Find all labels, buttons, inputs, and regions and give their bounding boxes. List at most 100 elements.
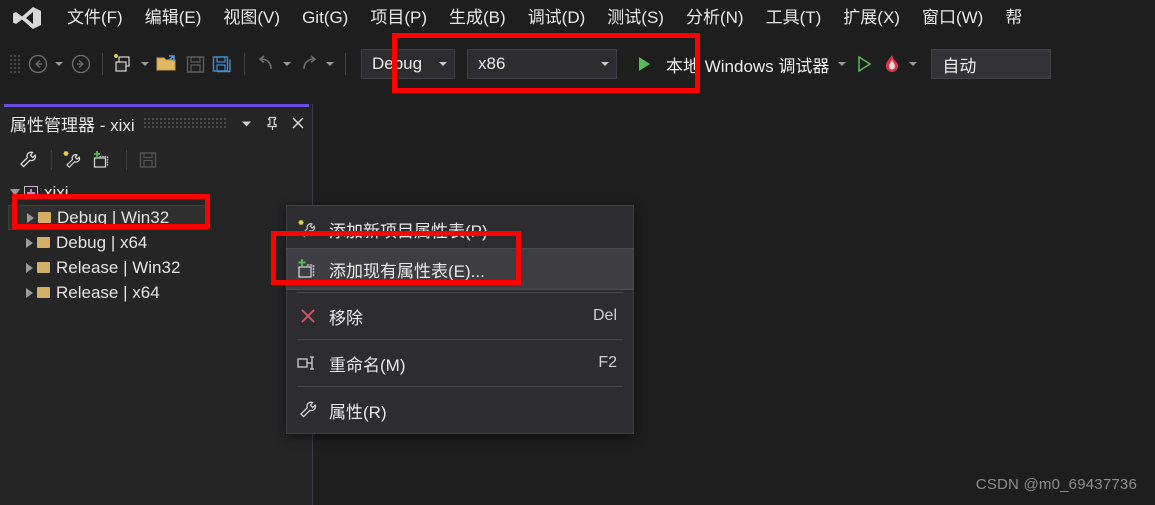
context-menu-item-shortcut: F2 (598, 354, 617, 371)
property-sheet-tree: xixi Debug | Win32 Debug | x64 Release |… (0, 180, 313, 305)
chevron-down-icon[interactable] (235, 112, 257, 134)
context-menu-item-add-new-sheet[interactable]: 添加新项目属性表(P) (287, 209, 633, 249)
green-play-icon[interactable] (631, 51, 657, 77)
save-icon[interactable] (182, 51, 208, 77)
new-project-icon[interactable] (111, 51, 137, 77)
properties-wrench-icon[interactable] (14, 147, 42, 173)
toolbar-grip-handle[interactable] (8, 53, 20, 75)
menu-bar: 文件(F) 编辑(E) 视图(V) Git(G) 项目(P) 生成(B) 调试(… (0, 0, 1155, 36)
redo-dropdown-caret-icon[interactable] (323, 52, 336, 76)
context-menu-item-label: 添加现有属性表(E)... (329, 261, 485, 281)
tree-node-label: Debug | x64 (56, 232, 148, 252)
chevron-down-icon (601, 62, 609, 66)
folder-icon (38, 212, 51, 223)
start-play-icon[interactable] (851, 51, 877, 77)
properties-wrench-icon (287, 395, 329, 425)
context-menu-item-add-existing-sheet[interactable]: 添加现有属性表(E)... (286, 248, 634, 290)
menu-item-project[interactable]: 项目(P) (359, 4, 438, 32)
toolbar-separator-3 (345, 53, 346, 75)
context-menu-item-shortcut: Del (592, 307, 617, 324)
context-menu-item-label: 重命名(M) (329, 355, 406, 375)
configuration-dropdown[interactable]: Debug (361, 49, 455, 79)
tree-node-root-label: xixi (44, 182, 69, 202)
back-arrow-icon[interactable] (25, 51, 51, 77)
new-project-dropdown-caret-icon[interactable] (138, 52, 151, 76)
panel-toolbar-separator-2 (126, 150, 127, 170)
menu-item-view[interactable]: 视图(V) (212, 4, 291, 32)
back-dropdown-caret-icon[interactable] (52, 52, 65, 76)
redo-icon[interactable] (296, 51, 322, 77)
folder-icon (37, 262, 50, 273)
configuration-value: Debug (372, 54, 423, 73)
tree-node-debug-x64[interactable]: Debug | x64 (0, 230, 313, 255)
platform-value: x86 (478, 54, 506, 73)
standard-toolbar: Debug x86 本地 Windows 调试器 自动 (0, 36, 1155, 92)
panel-header: 属性管理器 - xixi (0, 107, 313, 139)
watermark: CSDN @m0_69437736 (975, 476, 1137, 493)
collapse-triangle-icon[interactable] (26, 287, 33, 298)
visual-studio-logo-icon (10, 5, 44, 31)
expand-triangle-icon[interactable] (10, 189, 20, 196)
panel-drag-dots[interactable] (142, 117, 227, 129)
panel-toolbar (0, 142, 313, 178)
hot-reload-flame-icon[interactable] (879, 51, 905, 77)
property-manager-panel: 属性管理器 - xixi xixi Debug | Win32 Debug | … (0, 104, 313, 505)
menu-item-git[interactable]: Git(G) (291, 4, 359, 32)
menu-item-file[interactable]: 文件(F) (56, 4, 134, 32)
panel-toolbar-separator (51, 150, 52, 170)
chevron-down-icon (439, 62, 447, 66)
collapse-triangle-icon[interactable] (26, 262, 33, 273)
menu-item-extensions[interactable]: 扩展(X) (832, 4, 911, 32)
undo-icon[interactable] (253, 51, 279, 77)
menu-item-build[interactable]: 生成(B) (438, 4, 517, 32)
add-new-sheet-icon (287, 214, 329, 244)
tree-node-label: Debug | Win32 (57, 207, 170, 227)
toolbar-separator (102, 53, 103, 75)
menu-item-analyze[interactable]: 分析(N) (675, 4, 755, 32)
save-all-icon[interactable] (210, 51, 236, 77)
panel-title: 属性管理器 - xixi (10, 115, 135, 135)
context-menu-item-label: 移除 (329, 308, 363, 328)
context-menu-item-properties[interactable]: 属性(R) (287, 390, 633, 430)
auto-dropdown[interactable]: 自动 (931, 49, 1052, 79)
forward-arrow-icon[interactable] (68, 51, 94, 77)
tree-node-root[interactable]: xixi (0, 180, 313, 205)
context-menu-item-remove[interactable]: 移除 Del (287, 296, 633, 336)
run-dropdown-caret-icon[interactable] (835, 52, 848, 76)
add-new-property-sheet-icon[interactable] (59, 147, 87, 173)
app-window: 文件(F) 编辑(E) 视图(V) Git(G) 项目(P) 生成(B) 调试(… (0, 0, 1155, 505)
tree-node-label: Release | Win32 (56, 257, 181, 277)
folder-icon (37, 237, 50, 248)
rename-icon (287, 348, 329, 378)
collapse-triangle-icon[interactable] (27, 212, 34, 223)
collapse-triangle-icon[interactable] (26, 237, 33, 248)
tree-node-debug-win32[interactable]: Debug | Win32 (8, 205, 208, 230)
menu-item-tools[interactable]: 工具(T) (755, 4, 833, 32)
save-property-sheet-icon[interactable] (134, 147, 162, 173)
folder-icon (37, 287, 50, 298)
platform-dropdown[interactable]: x86 (467, 49, 617, 79)
run-target-label[interactable]: 本地 Windows 调试器 (666, 52, 829, 77)
context-menu-item-label: 添加新项目属性表(P) (329, 221, 488, 241)
menu-item-test[interactable]: 测试(S) (596, 4, 675, 32)
context-menu-separator-2 (297, 339, 623, 340)
toolbar-separator-2 (244, 53, 245, 75)
menu-item-window[interactable]: 窗口(W) (911, 4, 994, 32)
menu-item-help[interactable]: 帮 (994, 4, 1033, 32)
context-menu: 添加新项目属性表(P) 添加现有属性表(E)... 移除 Del 重命名(M) … (286, 205, 634, 434)
tree-node-release-win32[interactable]: Release | Win32 (0, 255, 313, 280)
menu-item-debug[interactable]: 调试(D) (517, 4, 597, 32)
add-existing-property-sheet-icon[interactable] (89, 147, 117, 173)
tree-node-release-x64[interactable]: Release | x64 (0, 280, 313, 305)
auto-value: 自动 (942, 56, 977, 76)
context-menu-separator-3 (297, 386, 623, 387)
close-icon[interactable] (287, 112, 309, 134)
pin-icon[interactable] (261, 112, 283, 134)
context-menu-item-label: 属性(R) (329, 402, 387, 422)
context-menu-item-rename[interactable]: 重命名(M) F2 (287, 343, 633, 383)
undo-dropdown-caret-icon[interactable] (280, 52, 293, 76)
open-folder-icon[interactable] (154, 51, 180, 77)
remove-x-icon (287, 301, 329, 331)
hot-reload-dropdown-caret-icon[interactable] (906, 52, 919, 76)
menu-item-edit[interactable]: 编辑(E) (134, 4, 213, 32)
